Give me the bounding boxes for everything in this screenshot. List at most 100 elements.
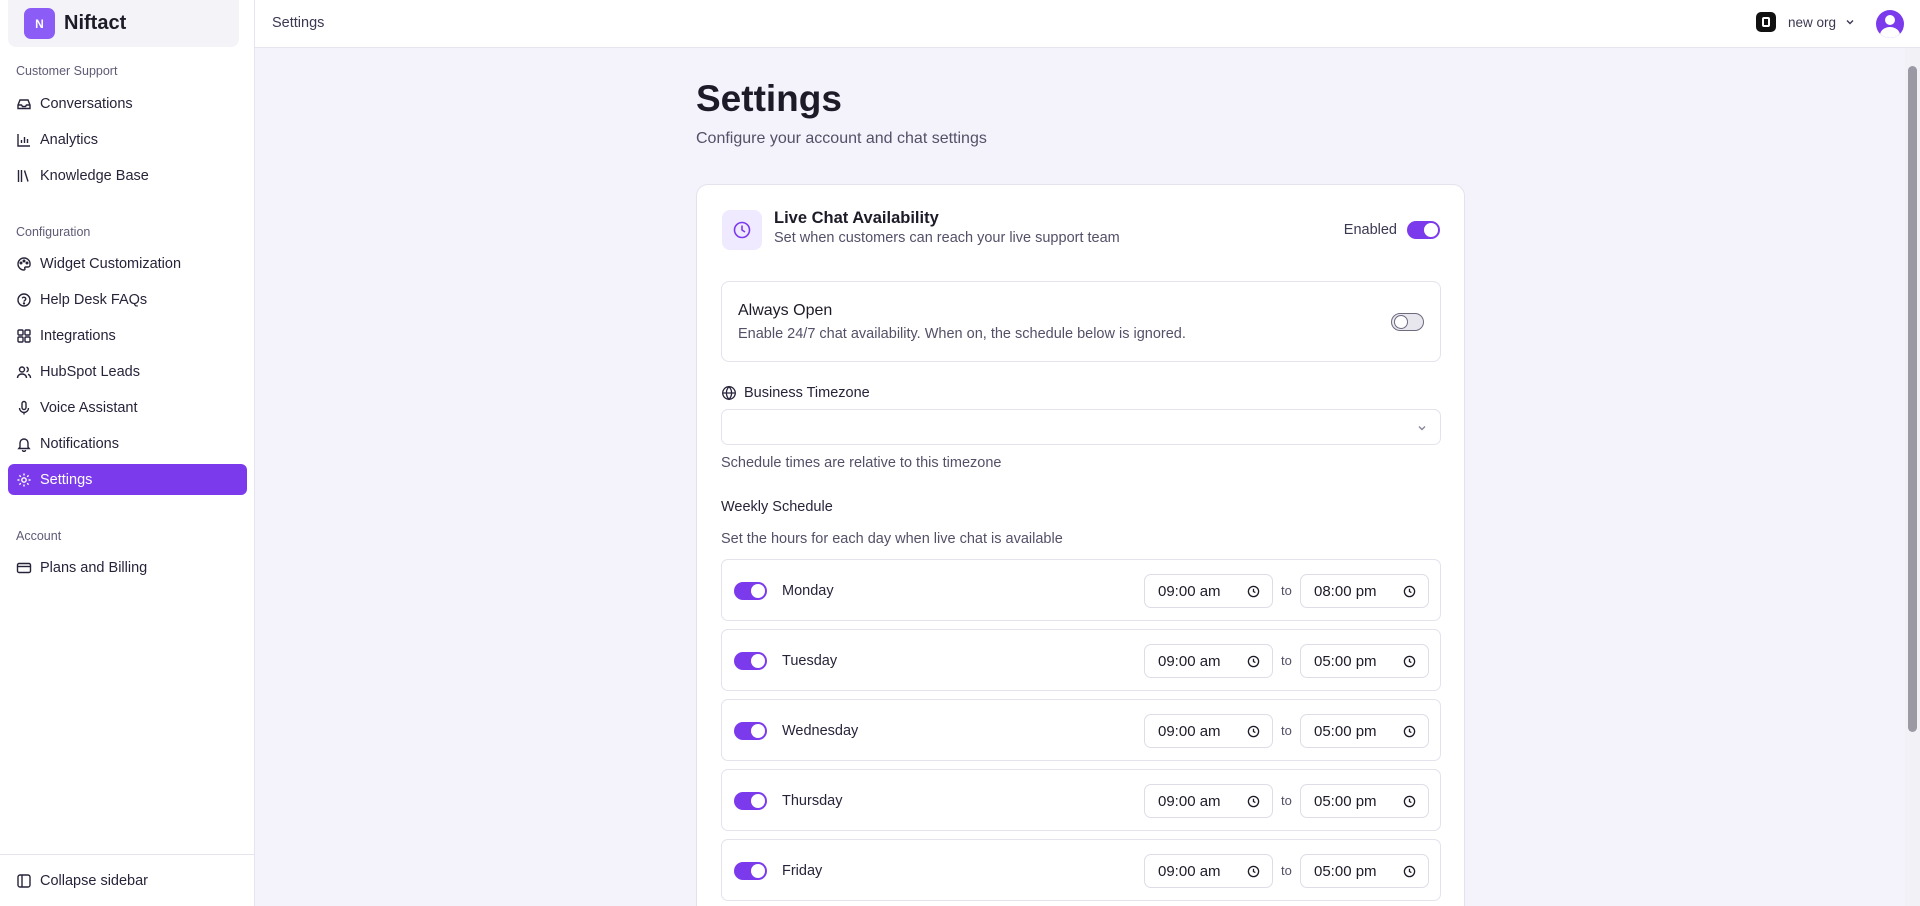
clock-icon (722, 210, 762, 250)
users-icon (16, 365, 32, 378)
live-chat-subtitle: Set when customers can reach your live s… (774, 230, 1120, 246)
end-time-input[interactable]: 08:00 pm (1300, 574, 1429, 608)
page-subtitle: Configure your account and chat settings (696, 130, 987, 147)
brand[interactable]: N Niftact (8, 0, 239, 47)
sidebar-item-label: Analytics (40, 131, 99, 148)
help-circle-icon (17, 292, 31, 307)
credit-card-icon (16, 562, 32, 573)
day-name: Tuesday (782, 653, 838, 669)
sidebar-item-voice-assistant[interactable]: Voice Assistant (8, 392, 247, 423)
bar-chart-icon (17, 133, 30, 147)
page-title: Settings (696, 78, 842, 119)
library-icon (17, 169, 29, 182)
sidebar-item-plans-and-billing[interactable]: Plans and Billing (8, 552, 247, 583)
start-time-input[interactable]: 09:00 am (1144, 714, 1273, 748)
day-toggle[interactable] (734, 722, 767, 740)
start-time-input[interactable]: 09:00 am (1144, 854, 1273, 888)
start-time-value: 09:00 am (1158, 652, 1221, 670)
sidebar-item-label: Widget Customization (40, 255, 182, 272)
section-account: Account (16, 529, 62, 543)
day-row-friday: Friday 09:00 am to 05:00 pm (721, 839, 1441, 901)
sidebar-item-label: HubSpot Leads (40, 363, 140, 380)
gear-icon (17, 473, 31, 486)
end-time-input[interactable]: 05:00 pm (1300, 714, 1429, 748)
day-row-monday: Monday 09:00 am to 08:00 pm (721, 559, 1441, 621)
sidebar-item-settings[interactable]: Settings (8, 464, 247, 495)
section-customer-support: Customer Support (16, 64, 118, 78)
to-label: to (1281, 653, 1292, 668)
collapse-sidebar-button[interactable]: Collapse sidebar (8, 865, 247, 896)
sidebar-item-hubspot-leads[interactable]: HubSpot Leads (8, 356, 247, 387)
sidebar-item-label: Integrations (40, 327, 116, 344)
sidebar-item-conversations[interactable]: Conversations (8, 88, 247, 119)
scrollbar[interactable] (1905, 48, 1920, 906)
day-toggle[interactable] (734, 862, 767, 880)
start-time-input[interactable]: 09:00 am (1144, 574, 1273, 608)
enabled-label: Enabled (1343, 222, 1397, 238)
sidebar-item-label: Plans and Billing (40, 559, 148, 576)
bell-icon (17, 437, 31, 452)
clock-icon (1247, 865, 1260, 878)
start-time-input[interactable]: 09:00 am (1144, 644, 1273, 678)
clock-icon (1247, 655, 1260, 668)
always-open-subtitle: Enable 24/7 chat availability. When on, … (738, 326, 1186, 342)
weekly-schedule-subtitle: Set the hours for each day when live cha… (721, 531, 1063, 547)
start-time-value: 09:00 am (1158, 582, 1221, 600)
end-time-value: 05:00 pm (1314, 652, 1377, 670)
sidebar-item-help-desk-faqs[interactable]: Help Desk FAQs (8, 284, 247, 315)
end-time-input[interactable]: 05:00 pm (1300, 644, 1429, 678)
org-switcher[interactable]: new org (1755, 12, 1856, 32)
end-time-input[interactable]: 05:00 pm (1300, 854, 1429, 888)
sidebar-item-notifications[interactable]: Notifications (8, 428, 247, 459)
start-time-value: 09:00 am (1158, 792, 1221, 810)
day-name: Thursday (782, 793, 843, 809)
timezone-select[interactable] (721, 409, 1441, 445)
avatar[interactable] (1876, 10, 1904, 38)
day-toggle[interactable] (734, 582, 767, 600)
grid-icon (17, 328, 31, 343)
end-time-value: 05:00 pm (1314, 722, 1377, 740)
end-time-input[interactable]: 05:00 pm (1300, 784, 1429, 818)
collapse-sidebar-label: Collapse sidebar (40, 872, 149, 889)
clock-icon (1403, 655, 1416, 668)
sidebar-item-label: Voice Assistant (40, 399, 138, 416)
scrollbar-thumb[interactable] (1908, 66, 1917, 732)
sidebar-item-analytics[interactable]: Analytics (8, 124, 247, 155)
always-open-toggle[interactable] (1391, 313, 1424, 331)
clock-icon (1247, 795, 1260, 808)
clock-icon (1403, 585, 1416, 598)
end-time-value: 08:00 pm (1314, 582, 1377, 600)
palette-icon (17, 256, 31, 271)
start-time-input[interactable]: 09:00 am (1144, 784, 1273, 818)
day-row-tuesday: Tuesday 09:00 am to 05:00 pm (721, 629, 1441, 691)
end-time-value: 05:00 pm (1314, 862, 1377, 880)
day-toggle[interactable] (734, 792, 767, 810)
live-chat-card: Live Chat Availability Set when customer… (696, 184, 1465, 906)
sidebar-item-widget-customization[interactable]: Widget Customization (8, 248, 247, 279)
brand-name: Niftact (64, 12, 127, 34)
clock-icon (1403, 725, 1416, 738)
day-toggle[interactable] (734, 652, 767, 670)
org-icon (1755, 12, 1776, 32)
sidebar-item-integrations[interactable]: Integrations (8, 320, 247, 351)
sidebar-item-label: Knowledge Base (40, 167, 149, 184)
enabled-toggle[interactable] (1407, 221, 1440, 239)
timezone-label: Business Timezone (721, 385, 870, 401)
sidebar-item-label: Settings (40, 471, 93, 488)
brand-logo: N (24, 8, 55, 39)
to-label: to (1281, 723, 1292, 738)
day-name: Monday (782, 583, 834, 599)
topbar: Settings new org (255, 0, 1920, 48)
globe-icon (722, 385, 736, 401)
always-open-title: Always Open (738, 302, 833, 319)
section-configuration: Configuration (16, 225, 91, 239)
end-time-value: 05:00 pm (1314, 792, 1377, 810)
clock-icon (1247, 725, 1260, 738)
enabled-control: Enabled (1344, 221, 1440, 239)
inbox-icon (17, 98, 31, 109)
clock-icon (1403, 795, 1416, 808)
sidebar-item-knowledge-base[interactable]: Knowledge Base (8, 160, 247, 191)
start-time-value: 09:00 am (1158, 862, 1221, 880)
always-open-panel: Always Open Enable 24/7 chat availabilit… (721, 281, 1441, 362)
to-label: to (1281, 863, 1292, 878)
